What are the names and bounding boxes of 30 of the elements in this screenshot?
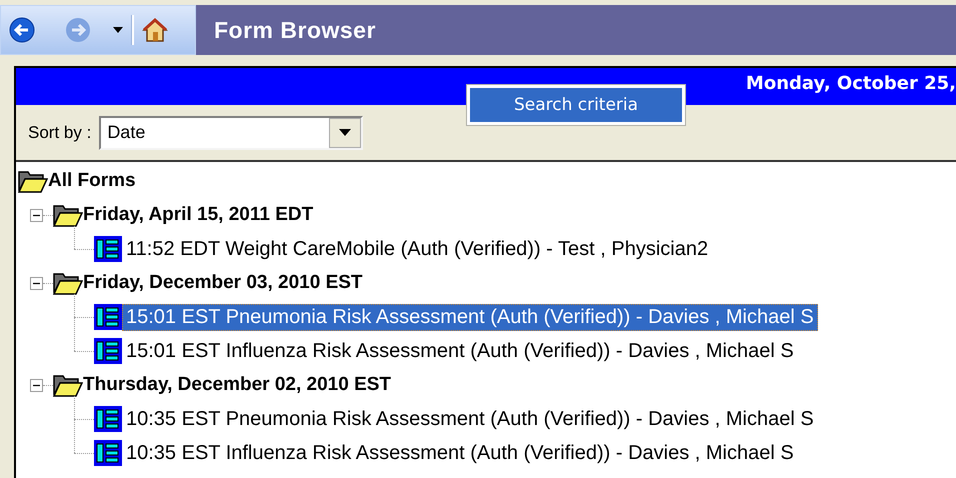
form-entry[interactable]: 11:52 EDT Weight CareMobile (Auth (Verified)) - Test , Physician2	[122, 236, 712, 262]
form-entry[interactable]: 15:01 EST Influenza Risk Assessment (Auth (Verified)) - Davies , Michael S	[122, 338, 798, 364]
form-entry[interactable]: 15:01 EST Pneumonia Risk Assessment (Auth (Verified)) - Davies , Michael S	[122, 304, 818, 330]
collapse-icon[interactable]	[30, 378, 43, 392]
home-icon[interactable]	[142, 17, 168, 43]
collapse-icon[interactable]	[30, 208, 43, 222]
folder-icon	[18, 169, 48, 193]
header-date: Monday, October 25,	[746, 72, 956, 94]
date-group[interactable]: Friday, December 03, 2010 EST	[83, 272, 363, 294]
form-entry[interactable]: 10:35 EST Pneumonia Risk Assessment (Auth (Verified)) - Davies , Michael S	[122, 406, 818, 432]
form-entry[interactable]: 10:35 EST Influenza Risk Assessment (Auth (Verified)) - Davies , Michael S	[122, 440, 798, 466]
form-icon	[94, 236, 122, 262]
date-group[interactable]: Friday, April 15, 2011 EDT	[83, 204, 314, 226]
date-group[interactable]: Thursday, December 02, 2010 EST	[83, 374, 392, 396]
folder-icon	[53, 373, 83, 397]
collapse-icon[interactable]	[30, 276, 43, 290]
sort-label: Sort by :	[28, 122, 92, 142]
sort-dropdown[interactable]: Date	[99, 116, 364, 150]
window-title: Form Browser	[214, 16, 376, 44]
folder-icon	[53, 271, 83, 295]
search-criteria-button[interactable]: Search criteria	[467, 85, 685, 125]
form-icon	[94, 440, 122, 466]
caret-icon[interactable]	[113, 27, 123, 33]
tree-root[interactable]: All Forms	[48, 170, 136, 192]
form-icon	[94, 304, 122, 330]
form-icon	[94, 338, 122, 364]
caret-icon	[339, 129, 352, 136]
form-icon	[94, 406, 122, 432]
back-icon[interactable]	[9, 17, 35, 43]
folder-icon	[53, 203, 83, 227]
